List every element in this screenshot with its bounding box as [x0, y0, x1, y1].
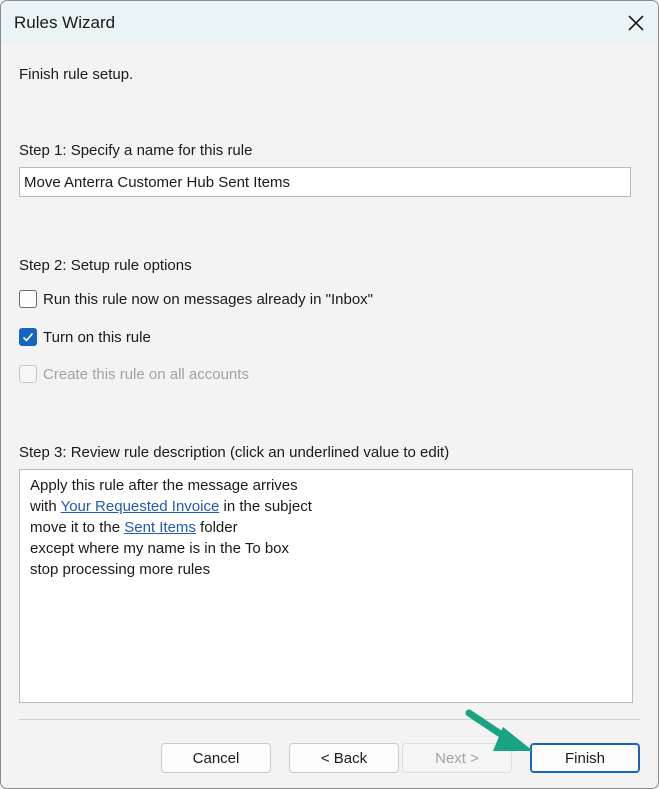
- finish-button[interactable]: Finish: [530, 743, 640, 773]
- description-line-1: Apply this rule after the message arrive…: [30, 477, 298, 494]
- description-line-3: move it to the Sent Items folder: [30, 519, 238, 536]
- all-accounts-label: Create this rule on all accounts: [43, 365, 249, 383]
- run-now-label: Run this rule now on messages already in…: [43, 290, 373, 308]
- step2-label: Step 2: Setup rule options: [19, 257, 192, 274]
- arrow-pointer-icon: [465, 709, 533, 751]
- close-icon: [628, 15, 644, 31]
- rule-name-input[interactable]: [19, 167, 631, 197]
- turn-on-label: Turn on this rule: [43, 328, 151, 346]
- intro-text: Finish rule setup.: [19, 66, 134, 83]
- title-bar: Rules Wizard: [1, 1, 658, 45]
- close-button[interactable]: [620, 7, 652, 39]
- subject-value-link[interactable]: Your Requested Invoice: [61, 498, 220, 515]
- turn-on-checkbox[interactable]: [19, 328, 37, 346]
- cancel-button[interactable]: Cancel: [161, 743, 271, 773]
- run-now-checkbox[interactable]: [19, 290, 37, 308]
- back-button[interactable]: < Back: [289, 743, 399, 773]
- button-separator: [19, 719, 640, 720]
- window-title: Rules Wizard: [14, 13, 116, 32]
- check-icon: [22, 332, 34, 342]
- step1-label: Step 1: Specify a name for this rule: [19, 142, 253, 159]
- description-line-5: stop processing more rules: [30, 561, 211, 578]
- run-now-option[interactable]: Run this rule now on messages already in…: [19, 290, 373, 308]
- description-line-2: with Your Requested Invoice in the subje…: [30, 498, 312, 515]
- rules-wizard-dialog: Rules Wizard Finish rule setup. Step 1: …: [0, 0, 659, 789]
- all-accounts-checkbox: [19, 365, 37, 383]
- description-line-4: except where my name is in the To box: [30, 540, 290, 557]
- turn-on-option[interactable]: Turn on this rule: [19, 328, 151, 346]
- all-accounts-option: Create this rule on all accounts: [19, 365, 249, 383]
- folder-value-link[interactable]: Sent Items: [124, 519, 196, 536]
- rule-description-box: Apply this rule after the message arrive…: [19, 469, 633, 703]
- step3-label: Step 3: Review rule description (click a…: [19, 444, 450, 461]
